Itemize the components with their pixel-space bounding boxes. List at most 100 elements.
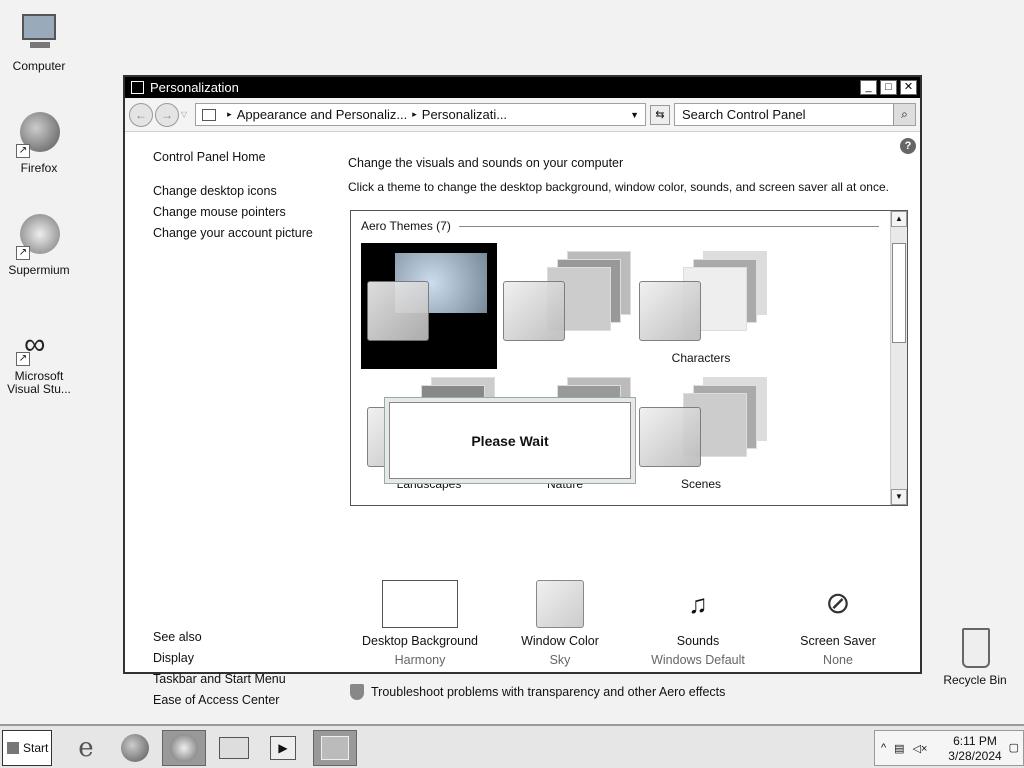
desktop-icon-label: Supermium xyxy=(8,263,70,277)
breadcrumb-separator-icon[interactable]: ▸ xyxy=(227,109,232,120)
clock-time: 6:11 PM xyxy=(953,734,997,748)
minimize-button[interactable]: _ xyxy=(860,80,877,95)
window-color-setting[interactable]: Window Color Sky xyxy=(490,580,630,667)
recycle-bin-icon xyxy=(952,624,998,670)
desktop-icon-visual-studio[interactable]: ∞ ↗ Microsoft Visual Stu... xyxy=(0,326,78,396)
window-title: Personalization xyxy=(150,80,239,95)
setting-name: Screen Saver xyxy=(800,634,876,648)
scroll-up-button[interactable]: ▲ xyxy=(891,211,907,227)
address-bar[interactable]: ▸ Appearance and Personaliz... ▸ Persona… xyxy=(195,103,646,126)
vertical-scrollbar[interactable]: ▲ ▼ xyxy=(890,211,907,505)
desktop-background-setting[interactable]: Desktop Background Harmony xyxy=(350,580,490,667)
system-tray: ^ ▤ ◁× 6:11 PM 3/28/2024 ▢ xyxy=(874,730,1024,766)
desktop-icon-firefox[interactable]: ↗ Firefox xyxy=(0,112,78,175)
network-icon[interactable]: ▤ xyxy=(894,742,904,755)
taskbar-firefox[interactable] xyxy=(113,730,157,766)
close-button[interactable]: ✕ xyxy=(900,80,917,95)
setting-name: Window Color xyxy=(521,634,599,648)
theme-label: Scenes xyxy=(680,477,722,491)
troubleshoot-link[interactable]: Troubleshoot problems with transparency … xyxy=(350,684,725,700)
address-dropdown-icon[interactable]: ▼ xyxy=(630,110,639,120)
screen-saver-setting[interactable]: ⊘ Screen Saver None xyxy=(768,580,908,667)
action-center-icon[interactable]: ▢ xyxy=(1009,741,1019,754)
color-swatch xyxy=(503,281,565,341)
supermium-icon: ↗ xyxy=(16,214,62,260)
taskbar-internet-explorer[interactable]: e xyxy=(64,730,108,766)
see-also-section: See also Display Taskbar and Start Menu … xyxy=(153,630,286,714)
scroll-down-button[interactable]: ▼ xyxy=(891,489,907,505)
change-desktop-icons-link[interactable]: Change desktop icons xyxy=(153,184,343,198)
theme-item[interactable]: Scenes xyxy=(633,369,769,494)
breadcrumb-personalization[interactable]: Personalizati... xyxy=(422,107,507,122)
color-swatch xyxy=(639,281,701,341)
help-icon[interactable]: ? xyxy=(900,138,916,154)
group-header: Aero Themes (7) xyxy=(361,219,879,233)
setting-value: Windows Default xyxy=(651,653,745,667)
desktop-background-icon xyxy=(382,580,458,628)
page-description: Click a theme to change the desktop back… xyxy=(348,180,889,194)
setting-name: Sounds xyxy=(676,634,720,648)
firefox-icon xyxy=(121,734,149,762)
desktop-icon-recycle-bin[interactable]: Recycle Bin xyxy=(936,624,1014,687)
theme-item[interactable] xyxy=(497,243,633,368)
taskbar-control-panel[interactable] xyxy=(313,730,357,766)
forward-button[interactable]: → xyxy=(155,102,179,127)
taskbar-supermium[interactable] xyxy=(162,730,206,766)
personalization-window: Personalization _ □ ✕ ← → ▽ ▸ Appearance… xyxy=(123,75,922,707)
page-title: Change the visuals and sounds on your co… xyxy=(348,156,624,170)
recent-pages-dropdown-icon[interactable]: ▽ xyxy=(181,110,187,119)
show-hidden-icons-button[interactable]: ^ xyxy=(881,742,886,754)
change-mouse-pointers-link[interactable]: Change mouse pointers xyxy=(153,205,343,219)
supermium-icon xyxy=(170,734,198,762)
desktop-icon-supermium[interactable]: ↗ Supermium xyxy=(0,214,78,277)
clock[interactable]: 6:11 PM 3/28/2024 xyxy=(945,734,1005,764)
content-area: ? Control Panel Home Change desktop icon… xyxy=(125,132,920,707)
computer-icon xyxy=(16,10,62,56)
aero-themes-header: Aero Themes (7) xyxy=(361,219,451,233)
taskbar-file-explorer[interactable] xyxy=(212,730,256,766)
taskbar-media-player[interactable]: ▶ xyxy=(261,730,305,766)
setting-name: Desktop Background xyxy=(361,634,479,648)
display-link[interactable]: Display xyxy=(153,651,286,665)
maximize-button[interactable]: □ xyxy=(880,80,897,95)
volume-muted-icon[interactable]: ◁× xyxy=(913,742,928,755)
start-label: Start xyxy=(23,741,49,755)
left-pane: Control Panel Home Change desktop icons … xyxy=(153,150,343,247)
sounds-icon: ♫ xyxy=(688,589,708,619)
search-icon[interactable]: ⌕ xyxy=(893,104,915,125)
search-input[interactable]: Search Control Panel xyxy=(675,107,893,122)
screen-saver-icon: ⊘ xyxy=(825,587,851,620)
theme-item[interactable] xyxy=(361,243,497,369)
title-bar[interactable]: Personalization _ □ ✕ xyxy=(125,77,920,98)
change-account-picture-link[interactable]: Change your account picture xyxy=(153,226,343,240)
setting-value: Sky xyxy=(549,653,571,667)
control-panel-home-link[interactable]: Control Panel Home xyxy=(153,150,343,164)
navigation-bar: ← → ▽ ▸ Appearance and Personaliz... ▸ P… xyxy=(125,98,920,132)
theme-item[interactable]: Characters xyxy=(633,243,769,368)
scroll-thumb[interactable] xyxy=(892,243,906,343)
desktop-icon-label: Microsoft Visual Stu... xyxy=(7,369,71,396)
back-button[interactable]: ← xyxy=(129,102,153,127)
control-panel-icon xyxy=(321,736,349,760)
desktop-icon-computer[interactable]: Computer xyxy=(0,10,78,73)
start-button[interactable]: Start xyxy=(2,730,52,766)
breadcrumb-separator-icon[interactable]: ▸ xyxy=(412,109,417,120)
refresh-button[interactable]: ⇆ xyxy=(650,104,670,125)
see-also-title: See also xyxy=(153,630,202,644)
please-wait-dialog: Please Wait xyxy=(384,397,636,484)
shortcut-arrow-icon: ↗ xyxy=(16,144,30,158)
firefox-icon: ↗ xyxy=(16,112,62,158)
search-box[interactable]: Search Control Panel ⌕ xyxy=(674,103,916,126)
sounds-setting[interactable]: ♫ Sounds Windows Default xyxy=(628,580,768,667)
windows-logo-icon xyxy=(7,742,19,754)
main-pane: Change the visuals and sounds on your co… xyxy=(348,156,908,194)
taskbar-start-menu-link[interactable]: Taskbar and Start Menu xyxy=(153,672,286,686)
taskbar: Start e ▶ ^ ▤ ◁× 6:11 PM 3/28/2024 ▢ xyxy=(0,724,1024,768)
breadcrumb-appearance[interactable]: Appearance and Personaliz... xyxy=(237,107,408,122)
theme-label: Characters xyxy=(671,351,731,365)
divider xyxy=(458,225,879,227)
shortcut-arrow-icon: ↗ xyxy=(16,352,30,366)
ease-of-access-link[interactable]: Ease of Access Center xyxy=(153,693,286,707)
desktop-icon-label: Computer xyxy=(12,59,66,73)
color-swatch xyxy=(639,407,701,467)
